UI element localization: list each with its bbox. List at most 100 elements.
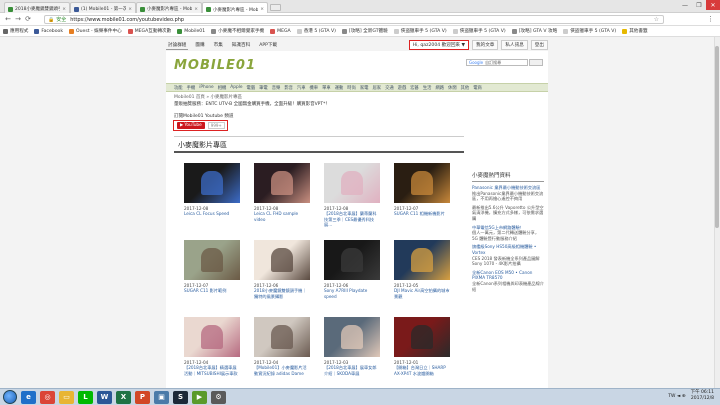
video-title-link[interactable]: SUGAR C11 相機新機影片 bbox=[394, 211, 450, 217]
video-thumbnail[interactable] bbox=[254, 163, 310, 203]
tool-taskbar-icon[interactable]: ⚙ bbox=[211, 390, 226, 404]
video-thumbnail[interactable] bbox=[184, 317, 240, 357]
close-window-button[interactable]: ✕ bbox=[706, 0, 720, 10]
url-text[interactable]: https://www.mobile01.com/youtubevideo.ph… bbox=[70, 17, 184, 23]
scrollbar-thumb[interactable] bbox=[715, 46, 719, 228]
user-menu-button[interactable]: Hi, qaz2004 歡迎回來 ▼ bbox=[408, 40, 470, 50]
category-link[interactable]: 功能 bbox=[174, 85, 183, 91]
category-link[interactable]: 遊戲 bbox=[398, 85, 407, 91]
reload-button[interactable]: ⟳ bbox=[23, 14, 33, 24]
top-nav-link[interactable]: 市集 bbox=[212, 41, 225, 50]
video-card[interactable]: 2017-12-03 【2018台北車展】展車女郎介紹｜SKODA車展 bbox=[324, 317, 380, 376]
category-link[interactable]: 影音 bbox=[284, 85, 293, 91]
video-title-link[interactable]: Sony A7RIII Playdate speed bbox=[324, 288, 380, 299]
video-card[interactable]: 2017-12-06 2018小麥魔鏡雙鏡頭手機｜獨特的風景攝影 bbox=[254, 240, 310, 299]
video-title-link[interactable]: 【2018台北車展】蘭蒂蘭科技第三季｜CES最優秀科技展... bbox=[324, 211, 380, 228]
video-card[interactable]: 2017-12-08 Leica CL FHD sample video bbox=[254, 163, 310, 222]
bookmark-item[interactable]: 應用程式 bbox=[3, 28, 28, 34]
category-link[interactable]: 電腦 bbox=[247, 85, 256, 91]
category-link[interactable]: 運動 bbox=[335, 85, 344, 91]
new-tab-button[interactable] bbox=[270, 4, 281, 11]
video-thumbnail[interactable] bbox=[324, 240, 380, 280]
bookmark-item[interactable]: 小麥魔不相爾覺家手機 bbox=[211, 28, 264, 34]
bookmark-item[interactable]: 其他書籤 bbox=[622, 28, 648, 34]
browser-tab[interactable]: (1) Mobile01 - 第一次 × bbox=[70, 2, 136, 13]
notice-text[interactable]: 量販抽獎服務：ENTC UTV-B 全國無金購買手機，全面升級！購買影音VPT*… bbox=[174, 101, 330, 107]
video-title-link[interactable]: 【2018台北車展】展車女郎介紹｜SKODA車展 bbox=[324, 365, 380, 376]
bookmark-item[interactable]: Mobile01 bbox=[177, 28, 205, 34]
media-taskbar-icon[interactable]: ▶ bbox=[192, 390, 207, 404]
back-button[interactable]: ← bbox=[3, 14, 13, 24]
private-messages-link[interactable]: 私人訊息 bbox=[501, 40, 528, 50]
video-title-link[interactable]: 【Mobile01】小麥魔影片活動實況紀錄 adidas Dame bbox=[254, 365, 310, 376]
category-link[interactable]: 相機 bbox=[218, 85, 227, 91]
video-thumbnail[interactable] bbox=[394, 317, 450, 357]
sidebar-item[interactable]: 中華電信5G上市網路體驗！ 個人一萬元，第二代轉送體驗分享，5G 體驗暨行動服務介… bbox=[472, 225, 544, 242]
search-button[interactable] bbox=[529, 59, 543, 66]
video-title-link[interactable]: 【開箱】台灣日立｜SHARP AX-XP4T 水波爐開箱 bbox=[394, 365, 450, 376]
category-link[interactable]: 家電 bbox=[360, 85, 369, 91]
category-link[interactable]: 單車 bbox=[322, 85, 331, 91]
sidebar-item[interactable]: Panasonic 業界最小機動技術交流區 推出Panasonic業界最小機動技術… bbox=[472, 185, 544, 202]
youtube-subscribe-button[interactable]: ▶ YouTube bbox=[177, 122, 205, 129]
bookmark-item[interactable]: 俠盜獵車手 5 (GTA V) bbox=[563, 28, 616, 34]
powerpoint-taskbar-icon[interactable]: P bbox=[135, 390, 150, 404]
video-title-link[interactable]: 2018小麥魔鏡雙鏡頭手機｜獨特的風景攝影 bbox=[254, 288, 310, 299]
bookmark-item[interactable]: 俠盜獵車手 5 (GTA V) bbox=[452, 28, 506, 34]
bookmark-item[interactable]: Facebook bbox=[34, 28, 63, 34]
mobile01-logo[interactable]: MOBILE01 bbox=[174, 58, 256, 73]
category-link[interactable]: 宏碁 bbox=[410, 85, 419, 91]
clock[interactable]: 下午 06:11 2017/12/8 bbox=[691, 390, 714, 402]
category-link[interactable]: 手機 bbox=[187, 85, 196, 91]
browser-tab[interactable]: 小麥魔影片專區 - Mobile01× bbox=[136, 2, 202, 13]
bookmark-item[interactable]: MEGA互動轉次數 bbox=[127, 28, 171, 34]
sidebar-item-heading[interactable]: 旗艦級Sony HS50高級相機體驗 • Vortex bbox=[472, 244, 544, 255]
bookmark-item[interactable]: Ouest - 娛樂事件中心 bbox=[68, 28, 122, 34]
tray-icons[interactable]: TW ◄ ⊕ bbox=[668, 394, 685, 399]
video-thumbnail[interactable] bbox=[394, 240, 450, 280]
sidebar-item[interactable]: 旗艦級Sony HS50高級相機體驗 • Vortex CES 2018 發表新機… bbox=[472, 244, 544, 266]
top-nav-link[interactable]: 團購 bbox=[193, 41, 206, 50]
photos-taskbar-icon[interactable]: ▣ bbox=[154, 390, 169, 404]
category-link[interactable]: 筆電 bbox=[259, 85, 268, 91]
word-taskbar-icon[interactable]: W bbox=[97, 390, 112, 404]
category-link[interactable]: 電商 bbox=[473, 85, 482, 91]
video-card[interactable]: 2017-12-08 【2018台北車展】蘭蒂蘭科技第三季｜CES最優秀科技展..… bbox=[324, 163, 380, 228]
bookmark-item[interactable]: 俠盜獵車手 5 (GTA V) bbox=[393, 28, 447, 34]
video-card[interactable]: 2017-12-08 Leica CL Focus Speed bbox=[184, 163, 240, 217]
video-card[interactable]: 2017-12-07 SUGAR C11 影片範例 bbox=[184, 240, 240, 294]
my-articles-link[interactable]: 我的文章 bbox=[472, 40, 499, 50]
sidebar-item-heading[interactable]: Panasonic 業界最小機動技術交流區 bbox=[472, 185, 544, 191]
video-card[interactable]: 2017-12-04 【2018台北車展】精選車展活動｜MITSUBISHI展示車… bbox=[184, 317, 240, 376]
category-link[interactable]: 音樂 bbox=[272, 85, 281, 91]
category-link[interactable]: 生活 bbox=[423, 85, 432, 91]
bookmark-item[interactable]: MEGA bbox=[270, 28, 291, 34]
ie-taskbar-icon[interactable]: e bbox=[21, 390, 36, 404]
minimize-button[interactable]: — bbox=[678, 0, 692, 10]
video-thumbnail[interactable] bbox=[254, 240, 310, 280]
video-thumbnail[interactable] bbox=[324, 163, 380, 203]
sidebar-item-heading[interactable]: 全新Canon EOS M50 • Canon PIXMA TR8570 bbox=[472, 270, 544, 281]
close-tab-icon[interactable]: × bbox=[194, 7, 198, 12]
bookmark-item[interactable]: [攻略] GTA V 攻略 bbox=[511, 28, 557, 34]
video-thumbnail[interactable] bbox=[324, 317, 380, 357]
video-title-link[interactable]: Leica CL FHD sample video bbox=[254, 211, 310, 222]
sidebar-item[interactable]: 全新Canon EOS M50 • Canon PIXMA TR8570 全新Ca… bbox=[472, 270, 544, 292]
video-title-link[interactable]: DJI Mavic Air高空拍攝的城市景觀 bbox=[394, 288, 450, 299]
line-taskbar-icon[interactable]: L bbox=[78, 390, 93, 404]
bookmark-item[interactable]: 香港 5 (GTA V) bbox=[296, 28, 336, 34]
explorer-taskbar-icon[interactable]: ▭ bbox=[59, 390, 74, 404]
category-link[interactable]: 休閒 bbox=[448, 85, 457, 91]
steam-taskbar-icon[interactable]: S bbox=[173, 390, 188, 404]
sidebar-item[interactable]: 最新推出5.6公升 Vaporetto 公升型空氣清淨機，擴充方式多樣，可依需求… bbox=[472, 205, 544, 222]
category-link[interactable]: Apple bbox=[230, 85, 242, 90]
category-link[interactable]: 網路 bbox=[435, 85, 444, 91]
video-card[interactable]: 2017-12-01 【開箱】台灣日立｜SHARP AX-XP4T 水波爐開箱 bbox=[394, 317, 450, 376]
video-title-link[interactable]: Leica CL Focus Speed bbox=[184, 211, 240, 217]
search-input[interactable]: Google 自訂搜尋 bbox=[466, 59, 528, 66]
chrome-taskbar-icon[interactable]: ◎ bbox=[40, 390, 55, 404]
address-bar[interactable]: 🔒 安全 https://www.mobile01.com/youtubevid… bbox=[44, 15, 664, 24]
category-link[interactable]: 機車 bbox=[310, 85, 319, 91]
close-tab-icon[interactable]: × bbox=[128, 7, 132, 12]
top-nav-link[interactable]: 知識百科 bbox=[230, 41, 252, 50]
